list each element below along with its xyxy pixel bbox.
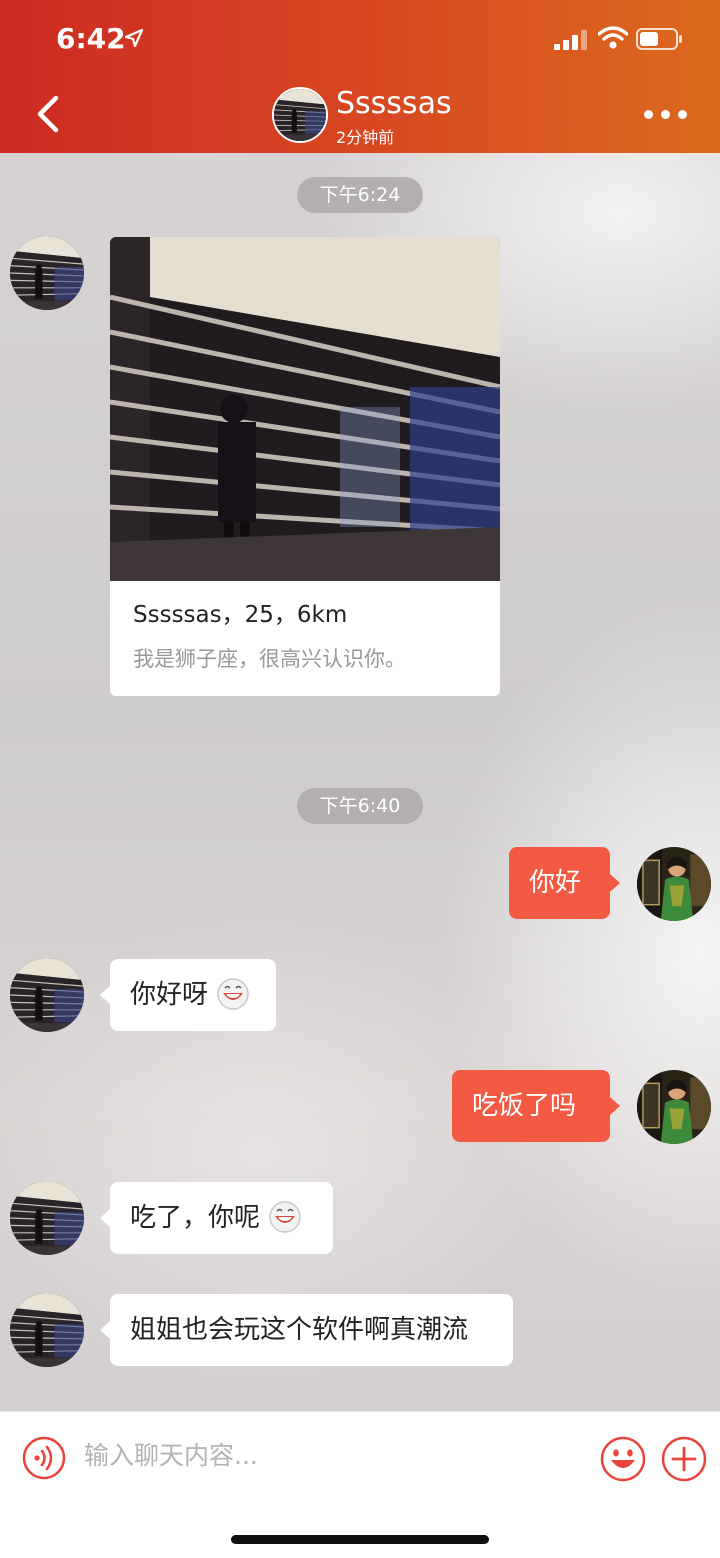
plus-icon[interactable]	[661, 1436, 707, 1482]
message-bubble-incoming[interactable]: 姐姐也会玩这个软件啊真潮流	[100, 1294, 513, 1366]
message-input[interactable]	[84, 1430, 574, 1480]
message-bubble-incoming[interactable]: 你好呀	[100, 959, 276, 1031]
message-text: 姐姐也会玩这个软件啊真潮流	[130, 1315, 469, 1345]
card-title: Sssssas，25，6km	[133, 602, 348, 628]
contact-avatar[interactable]	[10, 1293, 84, 1367]
signal-icon	[554, 30, 588, 50]
header-avatar[interactable]	[272, 87, 328, 143]
wifi-icon	[598, 26, 628, 49]
input-bar	[0, 1411, 720, 1558]
my-avatar[interactable]	[637, 847, 711, 921]
home-indicator[interactable]	[231, 1535, 489, 1544]
emoji-icon[interactable]	[600, 1436, 646, 1482]
message-text: 你好	[529, 868, 582, 898]
message-bubble-outgoing[interactable]: 你好	[509, 847, 620, 919]
location-arrow-icon	[124, 28, 144, 48]
battery-icon	[636, 28, 682, 50]
contact-avatar[interactable]	[10, 236, 84, 310]
last-seen: 2分钟前	[336, 128, 395, 147]
voice-icon[interactable]	[22, 1436, 66, 1480]
card-bio: 我是狮子座，很高兴认识你。	[133, 647, 406, 671]
contact-avatar[interactable]	[10, 958, 84, 1032]
my-avatar[interactable]	[637, 1070, 711, 1144]
grin-emoji-icon	[217, 977, 249, 1010]
message-bubble-incoming[interactable]: 吃了，你呢	[100, 1182, 333, 1254]
message-text: 你好呀	[130, 980, 209, 1010]
status-time: 6:42	[56, 22, 126, 55]
contact-name: Sssssas	[336, 86, 452, 121]
chat-header: 6:42 Sssssas 2分钟前	[0, 0, 720, 153]
timestamp: 下午6:40	[297, 788, 423, 824]
contact-avatar[interactable]	[10, 1181, 84, 1255]
message-bubble-outgoing[interactable]: 吃饭了吗	[452, 1070, 620, 1142]
message-text: 吃了，你呢	[130, 1203, 261, 1233]
more-options-button[interactable]	[644, 108, 688, 120]
grin-emoji-icon	[269, 1200, 301, 1233]
back-button[interactable]	[30, 92, 66, 136]
timestamp: 下午6:24	[297, 177, 423, 213]
message-text: 吃饭了吗	[472, 1091, 577, 1121]
profile-photo[interactable]	[110, 237, 500, 581]
profile-card[interactable]: Sssssas，25，6km 我是狮子座，很高兴认识你。	[110, 237, 500, 696]
